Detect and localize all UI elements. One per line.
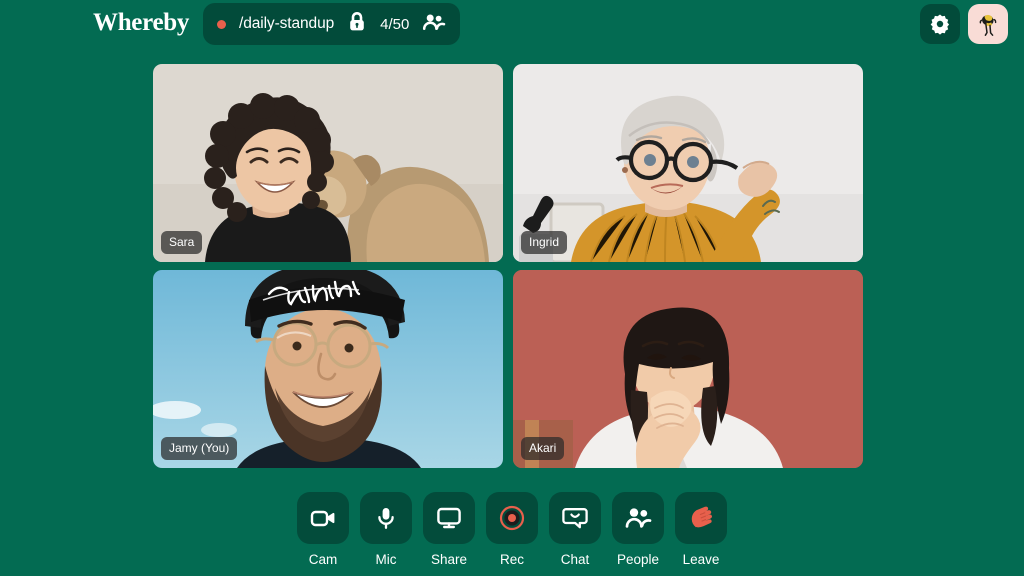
wave-hand-icon [691,506,713,528]
mic-button-label: Mic [375,552,397,567]
record-icon [499,505,525,531]
cam-button-surface[interactable] [297,492,349,544]
cam-button[interactable]: Cam [297,492,349,568]
leave-button[interactable]: Leave [675,492,727,568]
name-badge: Akari [521,437,565,460]
lock-icon [347,11,367,38]
chat-button[interactable]: Chat [549,492,601,568]
name-badge: Ingrid [521,231,568,254]
mic-button[interactable]: Mic [360,492,412,568]
app-header: Whereby /daily-standup 4/50 [0,0,1024,50]
profile-avatar-button[interactable] [968,4,1008,44]
name-badge: Jamy (You) [161,437,238,460]
video-tile-ingrid[interactable]: Ingrid [513,64,863,262]
rec-button-surface[interactable] [486,492,538,544]
people-icon [625,508,652,528]
rec-button-label: Rec [499,552,524,567]
people-button-surface[interactable] [612,492,664,544]
sara-video-stream [153,64,503,262]
people-icon[interactable] [422,12,446,37]
rec-button[interactable]: Rec [486,492,538,568]
chat-icon [562,508,588,529]
people-button-label: People [616,552,660,567]
share-button[interactable]: Share [423,492,475,568]
whereby-logo: Whereby [93,9,190,36]
recording-dot [217,19,226,29]
screen-icon [437,507,461,529]
share-button-label: Share [430,552,468,567]
chat-button-surface[interactable] [549,492,601,544]
mic-icon [378,508,394,529]
video-tile-jamy[interactable]: Jamy (You) [153,270,503,468]
cam-button-label: Cam [308,552,338,567]
avatar-icon [973,9,1003,39]
meeting-toolbar: Cam Mic Share Rec Chat People Leave [0,492,1024,568]
leave-button-surface[interactable] [675,492,727,544]
video-tile-sara[interactable]: Sara [153,64,503,262]
leave-button-label: Leave [682,552,720,567]
video-tile-akari[interactable]: Akari [513,270,863,468]
settings-button[interactable] [920,4,960,44]
video-grid: Sara Ingrid Jamy (You) Akari [153,64,863,468]
chat-button-label: Chat [560,552,590,567]
whereby-meeting-screen: Whereby /daily-standup 4/50 Sara Ingrid … [0,0,1024,576]
camera-icon [310,510,335,527]
participant-count-label: 4/50 [380,15,410,33]
name-badge: Sara [161,231,203,254]
header-actions [920,4,1008,44]
mic-button-surface[interactable] [360,492,412,544]
akari-video-stream [513,270,863,468]
room-info-pill[interactable]: /daily-standup 4/50 [203,3,461,45]
room-name-label: /daily-standup [239,15,335,32]
share-button-surface[interactable] [423,492,475,544]
people-button[interactable]: People [612,492,664,568]
gear-icon [930,14,950,35]
